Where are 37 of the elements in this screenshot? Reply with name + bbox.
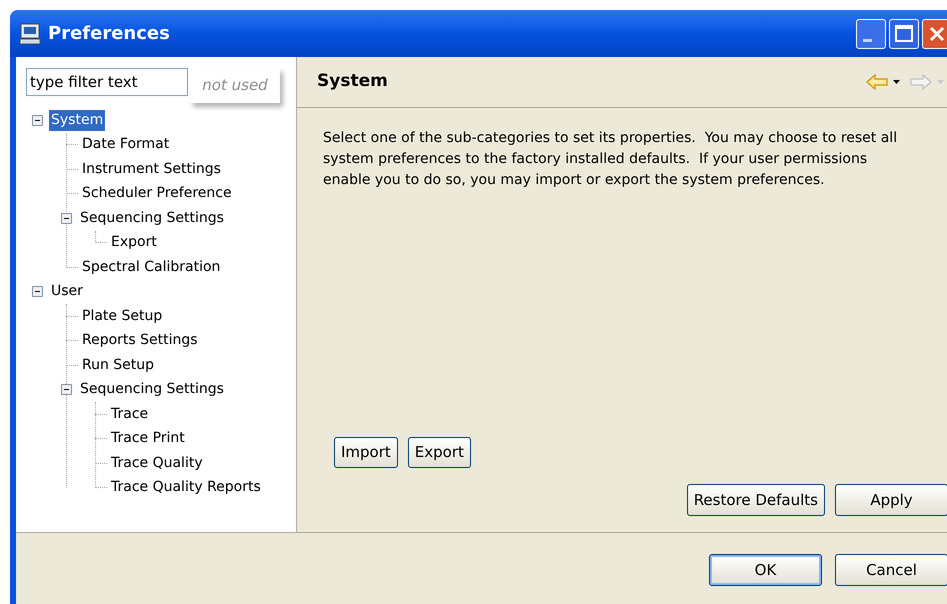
action-button[interactable]: Import: [334, 437, 398, 468]
tree-item[interactable]: Plate Setup: [80, 306, 164, 327]
tree-item[interactable]: Trace: [109, 404, 150, 425]
tree-item[interactable]: Export: [109, 232, 159, 254]
close-icon: [928, 24, 946, 42]
tree-item[interactable]: Sequencing Settings: [78, 379, 226, 400]
maximize-button[interactable]: [889, 18, 919, 48]
tree-item[interactable]: Run Setup: [80, 354, 156, 376]
collapse-toggle[interactable]: [32, 114, 43, 126]
tree-item[interactable]: System: [49, 110, 106, 131]
tree-item[interactable]: User: [49, 281, 85, 302]
tree-item[interactable]: Instrument Settings: [80, 158, 223, 180]
callout-text: not used: [202, 75, 268, 96]
page-button[interactable]: Restore Defaults: [686, 484, 825, 516]
page-button[interactable]: Apply: [835, 484, 947, 516]
collapse-toggle[interactable]: [32, 286, 43, 298]
minimize-button[interactable]: [856, 18, 886, 48]
collapse-toggle[interactable]: [61, 384, 72, 396]
tree-item[interactable]: Trace Quality Reports: [109, 477, 263, 498]
tree-item[interactable]: Scheduler Preference: [80, 183, 234, 204]
close-button[interactable]: [922, 18, 947, 48]
tree-item[interactable]: Sequencing Settings: [78, 208, 226, 229]
dropdown-caret-icon[interactable]: [893, 80, 900, 84]
tree-item[interactable]: Trace Quality: [109, 452, 205, 474]
collapse-toggle[interactable]: [61, 212, 72, 224]
dialog-button[interactable]: Cancel: [835, 554, 947, 586]
dialog-button[interactable]: OK: [709, 554, 822, 586]
page-title: System: [317, 70, 388, 94]
window-title: Preferences: [48, 22, 170, 46]
app-icon: [18, 22, 42, 46]
action-button[interactable]: Export: [408, 437, 471, 468]
tree-item[interactable]: Trace Print: [109, 428, 187, 450]
tree-item[interactable]: Reports Settings: [80, 330, 200, 352]
description-text: Select one of the sub-categories to set its properties. You may choose to reset all system preferences to the factory installed defaults. If your user permissions enable you to do so, you may import or export the system preferences.: [323, 129, 898, 190]
tree-item[interactable]: Date Format: [80, 134, 172, 156]
filter-field[interactable]: type filter text: [26, 68, 188, 96]
tree-item[interactable]: Spectral Calibration: [80, 256, 222, 278]
